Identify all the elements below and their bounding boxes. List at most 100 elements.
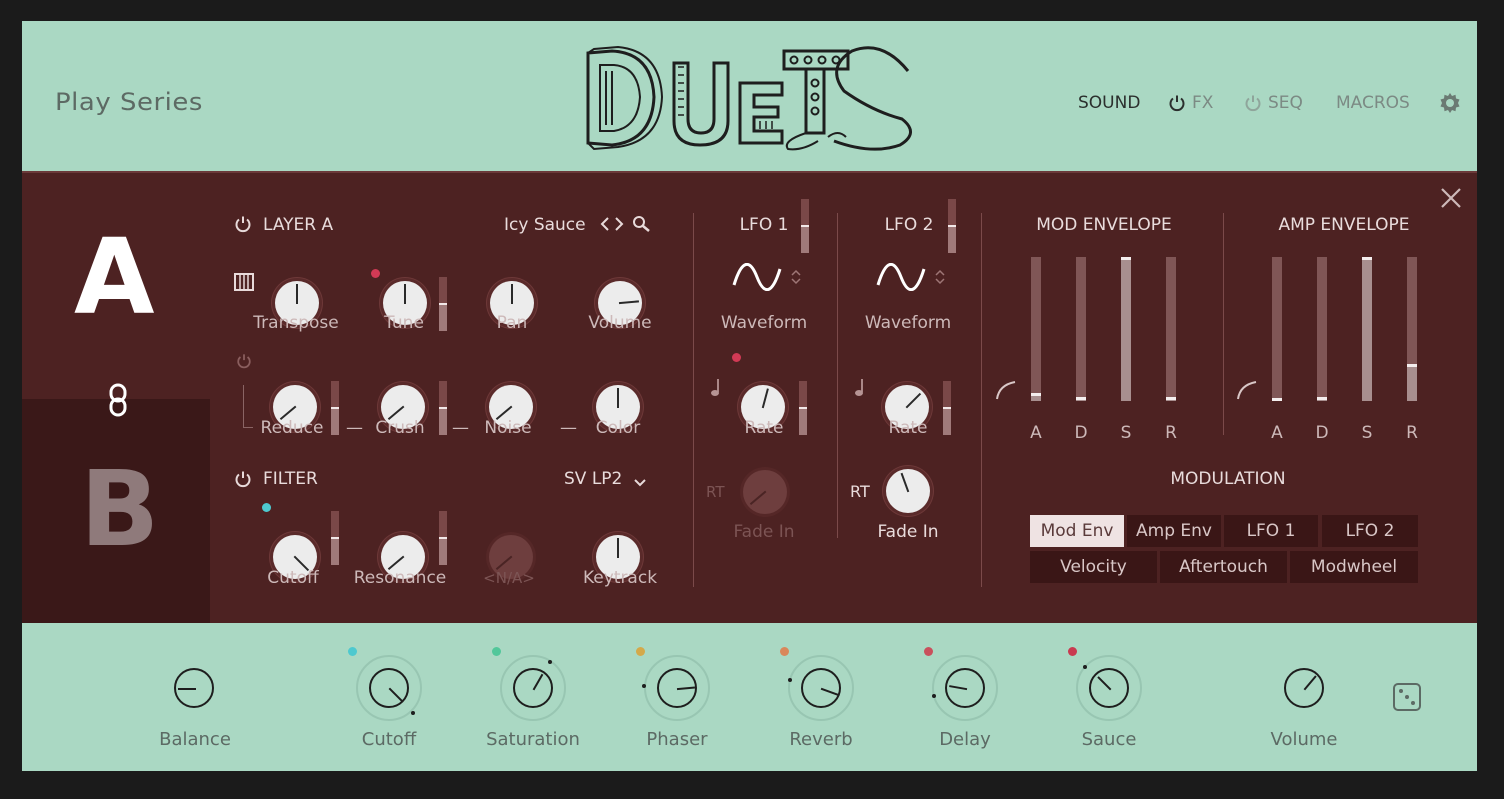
- search-icon[interactable]: [632, 215, 652, 237]
- nav-seq-label: SEQ: [1268, 93, 1303, 113]
- mod-env-sustain-slider[interactable]: [1121, 257, 1131, 401]
- close-icon[interactable]: [1440, 187, 1462, 213]
- filter-power-icon[interactable]: [234, 470, 252, 492]
- amp-env-sustain-slider[interactable]: [1362, 257, 1372, 401]
- mod-source-aftertouch[interactable]: Aftertouch: [1160, 551, 1287, 583]
- settings-gear-icon[interactable]: [1438, 91, 1462, 119]
- mod-source-modwheel[interactable]: Modwheel: [1290, 551, 1418, 583]
- balance-knob[interactable]: [174, 668, 214, 708]
- macro-delay-label: Delay: [939, 729, 991, 750]
- curve-shape-icon[interactable]: [995, 379, 1017, 405]
- macro-cutoff-label: Cutoff: [361, 729, 417, 750]
- amp-env-title: AMP ENVELOPE: [1278, 215, 1410, 235]
- macro-sauce-knob[interactable]: [1089, 668, 1129, 708]
- mod-env-decay-slider[interactable]: [1076, 257, 1086, 401]
- lfo2-retrigger-label[interactable]: RT: [850, 482, 870, 501]
- cutoff-mod-slider[interactable]: [331, 511, 339, 565]
- lfo1-rate-mod-slider[interactable]: [799, 381, 807, 435]
- note-sync-icon[interactable]: [710, 377, 722, 401]
- mod-env-d-label: D: [1074, 423, 1088, 443]
- na-label: <N/A>: [483, 569, 535, 587]
- master-volume-knob[interactable]: [1284, 668, 1324, 708]
- amp-env-release-slider[interactable]: [1407, 257, 1417, 401]
- amp-env-s-label: S: [1361, 423, 1373, 443]
- keytrack-label: Keytrack: [582, 568, 658, 588]
- mod-indicator-dot: [262, 503, 271, 512]
- randomize-dice-icon[interactable]: [1392, 682, 1422, 716]
- mod-env-a-label: A: [1030, 423, 1042, 443]
- preset-prev-icon[interactable]: [599, 215, 611, 237]
- header: Play Series SOUND FX SEQ MACROS: [22, 21, 1477, 171]
- macro-color-dot: [780, 647, 789, 656]
- link-icon[interactable]: [108, 383, 128, 421]
- mod-env-attack-slider[interactable]: [1031, 257, 1041, 401]
- filter-type-select[interactable]: SV LP2: [564, 469, 622, 489]
- reduce-mod-slider[interactable]: [331, 381, 339, 435]
- dash-separator: —: [452, 418, 469, 438]
- lfo1-retrigger-label[interactable]: RT: [706, 483, 725, 501]
- mod-source-lfo2[interactable]: LFO 2: [1322, 515, 1418, 547]
- resonance-label: Resonance: [353, 568, 447, 588]
- lfo2-rate-mod-slider[interactable]: [943, 381, 951, 435]
- series-title: Play Series: [55, 88, 203, 116]
- amp-env-r-label: R: [1406, 423, 1418, 443]
- lfo2-waveform-label: Waveform: [864, 313, 952, 333]
- sine-wave-icon[interactable]: [732, 263, 782, 295]
- mod-source-velocity[interactable]: Velocity: [1030, 551, 1157, 583]
- layer-a-power-icon[interactable]: [234, 215, 252, 237]
- mod-source-amp-env[interactable]: Amp Env: [1127, 515, 1221, 547]
- reduce-label: Reduce: [260, 418, 324, 438]
- macro-phaser-label: Phaser: [646, 729, 708, 750]
- mod-env-s-label: S: [1120, 423, 1132, 443]
- ring-marker: [642, 684, 646, 688]
- power-icon[interactable]: [1168, 94, 1186, 112]
- lfo1-fade-label: Fade In: [733, 522, 795, 542]
- lfo1-rate-label: Rate: [744, 418, 784, 438]
- nav-fx[interactable]: FX: [1168, 91, 1213, 115]
- sine-wave-icon[interactable]: [876, 263, 926, 295]
- preset-name[interactable]: Icy Sauce: [504, 215, 586, 235]
- macro-reverb-knob[interactable]: [801, 668, 841, 708]
- nav-macros[interactable]: MACROS: [1336, 91, 1410, 115]
- resonance-mod-slider[interactable]: [439, 511, 447, 565]
- mod-source-mod-env[interactable]: Mod Env: [1030, 515, 1124, 547]
- amp-env-attack-slider[interactable]: [1272, 257, 1282, 401]
- amp-env-d-label: D: [1315, 423, 1329, 443]
- curve-shape-icon[interactable]: [1236, 379, 1258, 405]
- chevron-down-icon[interactable]: [633, 473, 647, 492]
- amp-env-a-label: A: [1271, 423, 1283, 443]
- divider: [837, 213, 838, 538]
- ring-marker: [411, 711, 415, 715]
- macro-phaser-knob[interactable]: [657, 668, 697, 708]
- lfo2-fade-knob[interactable]: [886, 469, 930, 513]
- power-icon[interactable]: [1244, 94, 1262, 112]
- mod-env-release-slider[interactable]: [1166, 257, 1176, 401]
- macro-cutoff-knob[interactable]: [369, 668, 409, 708]
- lfo2-fade-label: Fade In: [877, 522, 939, 542]
- macro-saturation-knob[interactable]: [513, 668, 553, 708]
- keyboard-icon[interactable]: [234, 273, 254, 295]
- crush-mod-slider[interactable]: [439, 381, 447, 435]
- pan-label: Pan: [496, 313, 528, 333]
- waveform-stepper-icon[interactable]: [790, 269, 802, 289]
- mod-source-lfo1[interactable]: LFO 1: [1224, 515, 1318, 547]
- note-sync-icon[interactable]: [854, 377, 866, 401]
- waveform-stepper-icon[interactable]: [934, 269, 946, 289]
- nav-sound[interactable]: SOUND: [1078, 91, 1140, 115]
- lfo1-amount-slider[interactable]: [801, 199, 809, 253]
- cutoff-label: Cutoff: [267, 568, 319, 588]
- macro-sauce-label: Sauce: [1081, 729, 1137, 750]
- ring-marker: [1083, 665, 1087, 669]
- macro-delay-knob[interactable]: [945, 668, 985, 708]
- lfo2-rate-label: Rate: [888, 418, 928, 438]
- tune-mod-slider[interactable]: [439, 277, 447, 331]
- lfo2-title: LFO 2: [884, 215, 934, 235]
- macro-color-dot: [492, 647, 501, 656]
- degrade-power-icon[interactable]: [236, 353, 252, 373]
- lfo2-amount-slider[interactable]: [948, 199, 956, 253]
- amp-env-decay-slider[interactable]: [1317, 257, 1327, 401]
- degrade-bracket: [243, 385, 244, 427]
- transpose-label: Transpose: [253, 313, 339, 333]
- preset-next-icon[interactable]: [613, 215, 625, 237]
- nav-seq[interactable]: SEQ: [1244, 91, 1303, 115]
